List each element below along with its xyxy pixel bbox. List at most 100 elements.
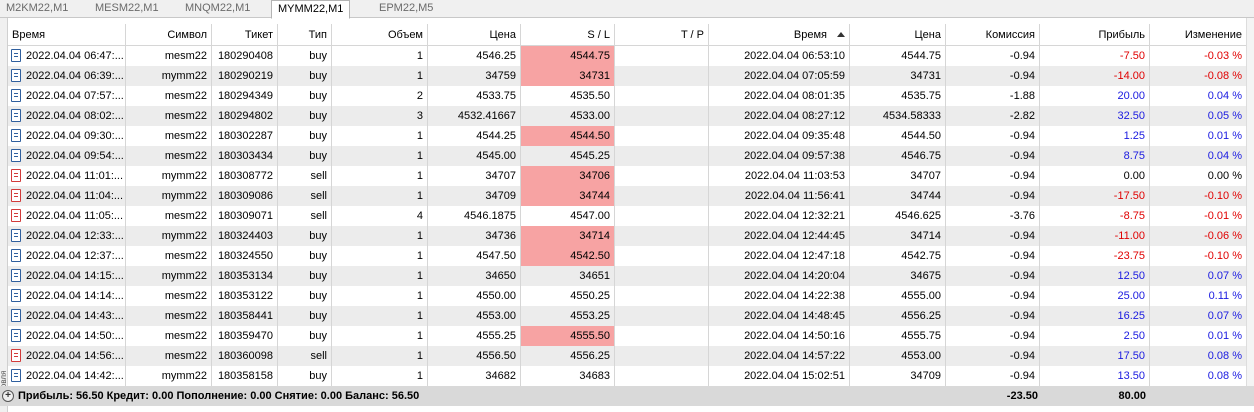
col-profit[interactable]: Прибыль [1040, 24, 1150, 45]
tab-mymm22[interactable]: MYMM22,M1 [271, 0, 351, 19]
cell-ticket: 180360098 [212, 346, 278, 366]
cell-tp [615, 66, 709, 86]
cell-sl: 34706 [521, 166, 615, 186]
cell-type: sell [278, 186, 332, 206]
cell-change: -0.06 % [1204, 230, 1242, 242]
cell-volume: 1 [332, 186, 428, 206]
table-row[interactable]: 2022.04.04 14:43:... mesm22 180358441 buy 1 4… [8, 306, 1246, 326]
col-close-price[interactable]: Цена [850, 24, 946, 45]
table-row[interactable]: 2022.04.04 08:02:... mesm22 180294802 buy 3 4… [8, 106, 1246, 126]
table-row[interactable]: 2022.04.04 11:04:... mymm22 180309086 sell 1… [8, 186, 1246, 206]
cell-close-time: 2022.04.04 15:02:51 [709, 366, 850, 386]
col-ticket[interactable]: Тикет [212, 24, 278, 45]
cell-volume: 1 [332, 266, 428, 286]
cell-close-time: 2022.04.04 07:05:59 [709, 66, 850, 86]
table-row[interactable]: 2022.04.04 07:57:... mesm22 180294349 buy 2 4… [8, 86, 1246, 106]
open-time-text: 2022.04.04 14:42:... [26, 370, 124, 382]
col-type[interactable]: Тип [278, 24, 332, 45]
col-tp[interactable]: T / P [615, 24, 709, 45]
col-symbol[interactable]: Символ [126, 24, 212, 45]
cell-symbol: mesm22 [126, 146, 212, 166]
vertical-scrollbar[interactable] [1246, 18, 1254, 386]
chart-tab-bar: M2KM22,M1 MESM22,M1 MNQM22,M1 MYMM22,M1 … [0, 0, 1254, 19]
cell-close-time: 2022.04.04 09:35:48 [709, 126, 850, 146]
table-row[interactable]: 2022.04.04 14:56:... mesm22 180360098 sell 1… [8, 346, 1246, 366]
cell-profit: -14.00 [1040, 66, 1150, 86]
cell-profit: 12.50 [1040, 266, 1150, 286]
expand-plus-icon[interactable]: + [2, 390, 14, 402]
table-row[interactable]: 2022.04.04 14:42:... mymm22 180358158 buy 1 3… [8, 366, 1246, 386]
cell-change: -0.08 % [1204, 70, 1242, 82]
cell-volume: 2 [332, 86, 428, 106]
tab-epm22[interactable]: EPM22,M5 [373, 0, 439, 18]
cell-tp [615, 146, 709, 166]
cell-tp [615, 346, 709, 366]
cell-ticket: 180290408 [212, 46, 278, 66]
cell-symbol: mymm22 [126, 266, 212, 286]
table-row[interactable]: 2022.04.04 14:15:... mymm22 180353134 buy 1 3… [8, 266, 1246, 286]
table-row[interactable]: 2022.04.04 11:05:... mesm22 180309071 sell 4… [8, 206, 1246, 226]
open-time-text: 2022.04.04 12:33:... [26, 230, 124, 242]
cell-tp [615, 286, 709, 306]
cell-open-time: 2022.04.04 08:02:... [8, 106, 126, 126]
cell-open-price: 4547.50 [428, 246, 521, 266]
cell-profit: 0.00 [1040, 166, 1150, 186]
col-open-price[interactable]: Цена [428, 24, 521, 45]
cell-type: buy [278, 66, 332, 86]
cell-close-price: 4555.00 [850, 286, 946, 306]
tab-mnqm22[interactable]: MNQM22,M1 [179, 0, 256, 18]
open-time-text: 2022.04.04 09:30:... [26, 130, 124, 142]
col-sl[interactable]: S / L [521, 24, 615, 45]
table-row[interactable]: 2022.04.04 14:14:... mesm22 180353122 buy 1 4… [8, 286, 1246, 306]
cell-tp [615, 126, 709, 146]
cell-commission: -0.94 [946, 326, 1040, 346]
cell-type: buy [278, 146, 332, 166]
cell-tp [615, 166, 709, 186]
cell-open-price: 4546.1875 [428, 206, 521, 226]
cell-tp [615, 326, 709, 346]
table-row[interactable]: 2022.04.04 06:47:... mesm22 180290408 buy 1 4… [8, 46, 1246, 66]
table-row[interactable]: 2022.04.04 11:01:... mymm22 180308772 sell 1… [8, 166, 1246, 186]
buy-deal-icon [11, 329, 21, 342]
cell-symbol: mesm22 [126, 246, 212, 266]
table-row[interactable]: 2022.04.04 06:39:... mymm22 180290219 buy 1 3… [8, 66, 1246, 86]
table-row[interactable]: 2022.04.04 12:33:... mymm22 180324403 buy 1 3… [8, 226, 1246, 246]
cell-close-price: 4546.625 [850, 206, 946, 226]
toolbox-side-strip[interactable]: Торговля [0, 18, 8, 412]
cell-tp [615, 246, 709, 266]
cell-close-time: 2022.04.04 09:57:38 [709, 146, 850, 166]
cell-tp [615, 186, 709, 206]
cell-open-time: 2022.04.04 11:05:... [8, 206, 126, 226]
tab-mesm22[interactable]: MESM22,M1 [89, 0, 165, 18]
cell-change: 0.01 % [1207, 330, 1242, 342]
cell-type: buy [278, 46, 332, 66]
cell-ticket: 180309086 [212, 186, 278, 206]
open-time-text: 2022.04.04 14:50:... [26, 330, 124, 342]
table-row[interactable]: 2022.04.04 09:30:... mesm22 180302287 buy 1 4… [8, 126, 1246, 146]
cell-ticket: 180359470 [212, 326, 278, 346]
buy-deal-icon [11, 229, 21, 242]
buy-deal-icon [11, 89, 21, 102]
cell-volume: 4 [332, 206, 428, 226]
cell-profit: -8.75 [1040, 206, 1150, 226]
table-row[interactable]: 2022.04.04 14:50:... mesm22 180359470 buy 1 4… [8, 326, 1246, 346]
cell-commission: -3.76 [946, 206, 1040, 226]
cell-type: buy [278, 226, 332, 246]
cell-volume: 1 [332, 286, 428, 306]
cell-open-time: 2022.04.04 14:14:... [8, 286, 126, 306]
cell-volume: 1 [332, 166, 428, 186]
table-row[interactable]: 2022.04.04 12:37:... mesm22 180324550 buy 1 4… [8, 246, 1246, 266]
tab-m2km22[interactable]: M2KM22,M1 [0, 0, 74, 18]
cell-symbol: mesm22 [126, 286, 212, 306]
cell-tp [615, 306, 709, 326]
col-close-time[interactable]: Время [709, 24, 850, 45]
cell-ticket: 180353134 [212, 266, 278, 286]
col-commission[interactable]: Комиссия [946, 24, 1040, 45]
col-open-time[interactable]: Время [8, 24, 126, 45]
sell-deal-icon [11, 209, 21, 222]
cell-close-time: 2022.04.04 14:50:16 [709, 326, 850, 346]
col-change[interactable]: Изменение [1150, 24, 1246, 45]
cell-open-time: 2022.04.04 09:30:... [8, 126, 126, 146]
col-volume[interactable]: Объем [332, 24, 428, 45]
table-row[interactable]: 2022.04.04 09:54:... mesm22 180303434 buy 1 4… [8, 146, 1246, 166]
